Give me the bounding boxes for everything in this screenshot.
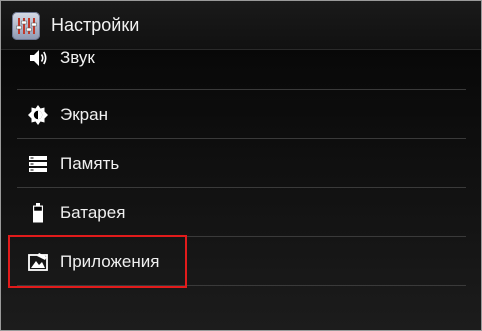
storage-icon	[27, 153, 49, 175]
settings-item-label: Звук	[60, 48, 95, 67]
volume-speaker-icon	[27, 47, 49, 69]
brightness-icon	[27, 104, 49, 126]
settings-item-battery[interactable]: Батарея	[17, 188, 466, 237]
page-title: Настройки	[51, 15, 140, 35]
settings-item-label: Экран	[60, 105, 108, 124]
settings-item-label: Батарея	[60, 203, 126, 222]
settings-screen: Настройки Звук Экран Память Батарея Прил…	[0, 0, 482, 331]
settings-item-display[interactable]: Экран	[17, 90, 466, 139]
battery-icon	[27, 202, 49, 224]
highlight-box	[8, 235, 187, 288]
settings-item-label: Память	[60, 154, 120, 173]
settings-item-storage[interactable]: Память	[17, 139, 466, 188]
settings-item-sound[interactable]: Звук	[17, 41, 466, 90]
settings-equalizer-icon[interactable]	[12, 12, 40, 40]
